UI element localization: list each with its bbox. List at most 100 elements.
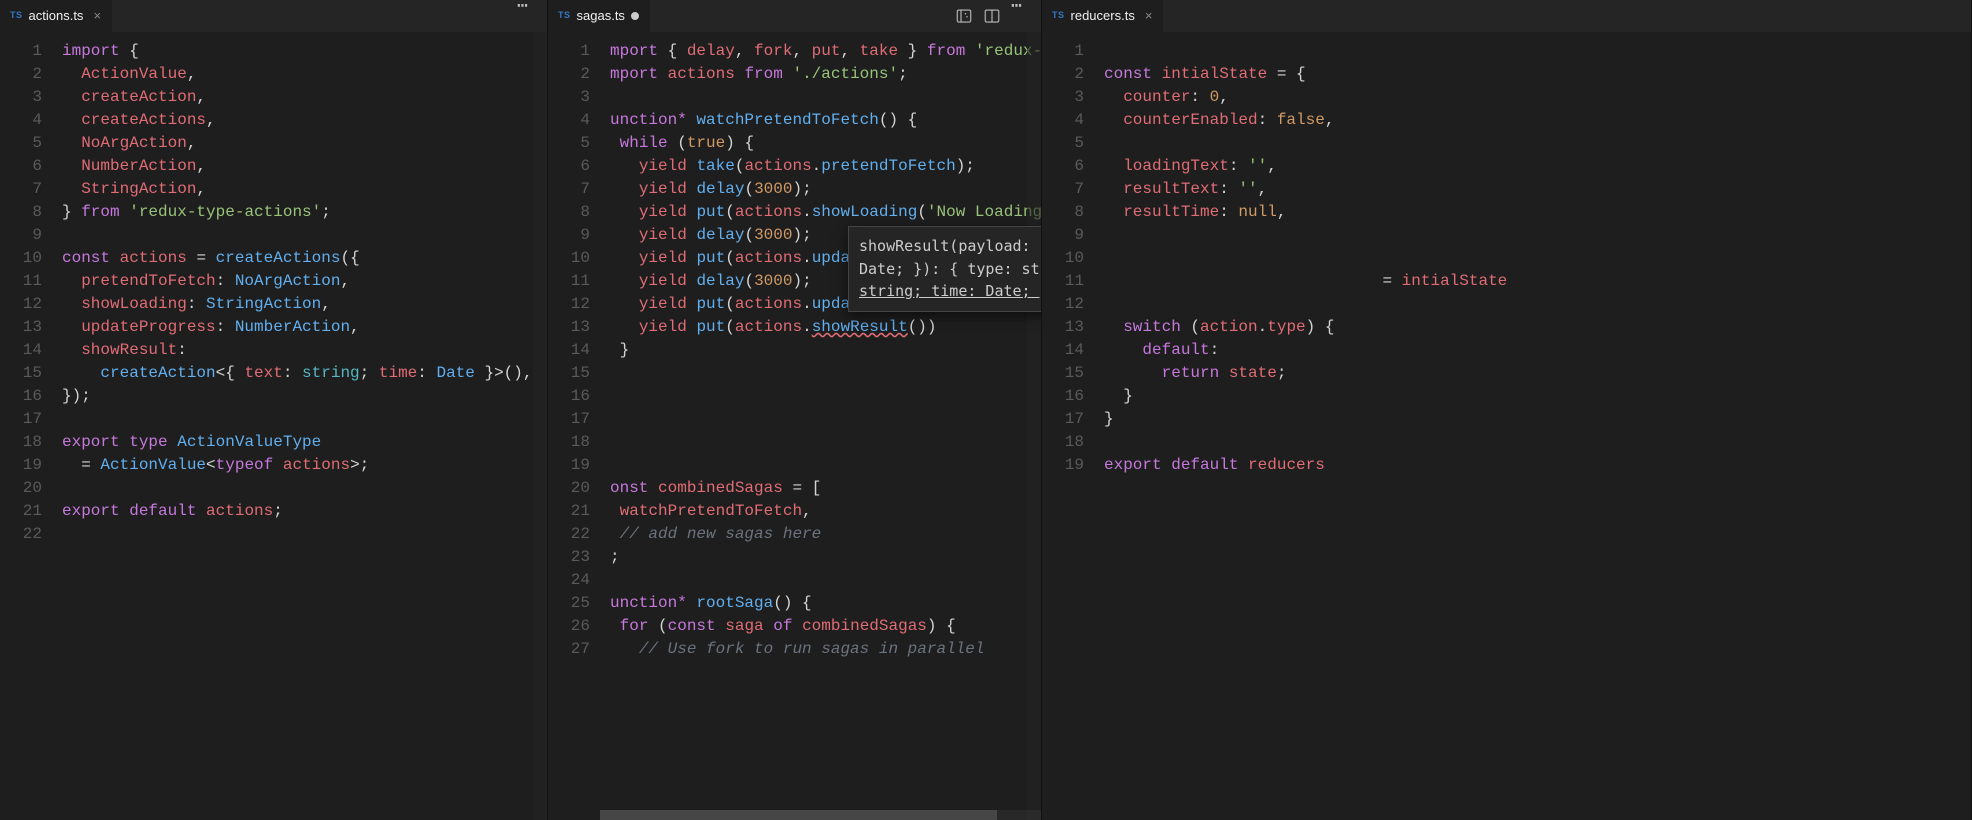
code-line[interactable]: createAction, [62, 86, 547, 109]
code-line[interactable]: switch (action.type) { [1104, 316, 1971, 339]
code-line[interactable] [1104, 40, 1971, 63]
code-line[interactable] [1104, 247, 1971, 270]
split-changes-icon[interactable] [955, 7, 973, 25]
code-line[interactable] [62, 523, 547, 546]
code-line[interactable]: counter: 0, [1104, 86, 1971, 109]
code-line[interactable]: const intialState = { [1104, 63, 1971, 86]
code-area[interactable]: const intialState = { counter: 0, counte… [1094, 32, 1971, 820]
code-line[interactable]: // Use fork to run sagas in parallel [610, 638, 1041, 661]
line-number: 8 [0, 201, 42, 224]
code-editor[interactable]: 12345678910111213141516171819 const inti… [1042, 32, 1971, 820]
more-icon[interactable]: ⋯ [1011, 7, 1029, 25]
code-line[interactable]: NumberAction, [62, 155, 547, 178]
code-line[interactable]: export type ActionValueType [62, 431, 547, 454]
code-line[interactable] [1104, 431, 1971, 454]
line-number: 5 [0, 132, 42, 155]
line-number: 14 [1042, 339, 1084, 362]
code-line[interactable]: }); [62, 385, 547, 408]
line-number: 5 [1042, 132, 1084, 155]
line-number: 16 [548, 385, 590, 408]
code-line[interactable]: unction* watchPretendToFetch() { [610, 109, 1041, 132]
horizontal-scrollbar[interactable] [600, 810, 1041, 820]
code-line[interactable]: counterEnabled: false, [1104, 109, 1971, 132]
line-number: 4 [1042, 109, 1084, 132]
code-line[interactable]: updateProgress: NumberAction, [62, 316, 547, 339]
tab-actions-ts[interactable]: TS actions.ts × [0, 0, 112, 32]
code-line[interactable]: watchPretendToFetch, [610, 500, 1041, 523]
code-line[interactable]: showResult: [62, 339, 547, 362]
code-line[interactable]: createAction<{ text: string; time: Date … [62, 362, 547, 385]
code-line[interactable]: } [1104, 408, 1971, 431]
code-line[interactable]: } [1104, 385, 1971, 408]
code-area[interactable]: import { ActionValue, createAction, crea… [52, 32, 547, 820]
code-line[interactable]: for (const saga of combinedSagas) { [610, 615, 1041, 638]
code-line[interactable]: mport { delay, fork, put, take } from 'r… [610, 40, 1041, 63]
code-line[interactable]: = ActionValue<typeof actions>; [62, 454, 547, 477]
code-line[interactable]: createActions, [62, 109, 547, 132]
code-line[interactable]: resultText: '', [1104, 178, 1971, 201]
code-line[interactable]: loadingText: '', [1104, 155, 1971, 178]
code-line[interactable]: export default actions; [62, 500, 547, 523]
code-line[interactable] [610, 385, 1041, 408]
more-icon[interactable]: ⋯ [517, 7, 535, 25]
line-number: 12 [548, 293, 590, 316]
tab-sagas-ts[interactable]: TS sagas.ts [548, 0, 650, 32]
code-line[interactable]: = intialState [1104, 270, 1971, 293]
code-line[interactable]: pretendToFetch: NoArgAction, [62, 270, 547, 293]
line-number: 13 [548, 316, 590, 339]
editor-pane-mid: TS sagas.ts ⋯ 12345678910111213141516171… [548, 0, 1042, 820]
code-line[interactable]: yield take(actions.pretendToFetch); [610, 155, 1041, 178]
code-line[interactable] [610, 431, 1041, 454]
close-icon[interactable]: × [93, 7, 101, 26]
line-number: 19 [548, 454, 590, 477]
code-line[interactable]: ; [610, 546, 1041, 569]
code-line[interactable]: } from 'redux-type-actions'; [62, 201, 547, 224]
line-number: 16 [1042, 385, 1084, 408]
line-number: 1 [548, 40, 590, 63]
code-line[interactable]: unction* rootSaga() { [610, 592, 1041, 615]
tab-reducers-ts[interactable]: TS reducers.ts × [1042, 0, 1163, 32]
code-line[interactable]: StringAction, [62, 178, 547, 201]
line-number-gutter: 12345678910111213141516171819202122 [0, 32, 52, 820]
code-editor[interactable]: 1234567891011121314151617181920212223242… [548, 32, 1041, 820]
line-number: 7 [0, 178, 42, 201]
code-line[interactable] [610, 454, 1041, 477]
code-line[interactable]: export default reducers [1104, 454, 1971, 477]
code-line[interactable]: // add new sagas here [610, 523, 1041, 546]
minimap[interactable] [1027, 32, 1041, 820]
code-line[interactable]: NoArgAction, [62, 132, 547, 155]
code-line[interactable] [610, 569, 1041, 592]
code-line[interactable]: yield put(actions.showResult()) [610, 316, 1041, 339]
code-line[interactable]: mport actions from './actions'; [610, 63, 1041, 86]
code-line[interactable]: showLoading: StringAction, [62, 293, 547, 316]
code-line[interactable]: default: [1104, 339, 1971, 362]
code-line[interactable] [62, 224, 547, 247]
code-line[interactable]: return state; [1104, 362, 1971, 385]
code-line[interactable]: } [610, 339, 1041, 362]
code-line[interactable]: onst combinedSagas = [ [610, 477, 1041, 500]
line-number: 8 [548, 201, 590, 224]
code-line[interactable] [1104, 224, 1971, 247]
code-area[interactable]: mport { delay, fork, put, take } from 'r… [600, 32, 1041, 820]
code-line[interactable] [610, 362, 1041, 385]
code-editor[interactable]: 12345678910111213141516171819202122 impo… [0, 32, 547, 820]
split-editor-icon[interactable] [983, 7, 1001, 25]
code-line[interactable]: resultTime: null, [1104, 201, 1971, 224]
code-line[interactable]: yield put(actions.showLoading('Now Loadi… [610, 201, 1041, 224]
code-line[interactable]: ActionValue, [62, 63, 547, 86]
code-line[interactable]: const actions = createActions({ [62, 247, 547, 270]
code-line[interactable]: while (true) { [610, 132, 1041, 155]
minimap[interactable] [533, 32, 547, 820]
code-line[interactable] [1104, 293, 1971, 316]
line-number: 1 [0, 40, 42, 63]
modified-indicator[interactable] [631, 7, 639, 26]
code-line[interactable] [62, 477, 547, 500]
code-line[interactable] [62, 408, 547, 431]
line-number: 23 [548, 546, 590, 569]
code-line[interactable]: import { [62, 40, 547, 63]
code-line[interactable] [1104, 132, 1971, 155]
code-line[interactable]: yield delay(3000); [610, 178, 1041, 201]
code-line[interactable] [610, 408, 1041, 431]
close-icon[interactable]: × [1145, 7, 1153, 26]
code-line[interactable] [610, 86, 1041, 109]
